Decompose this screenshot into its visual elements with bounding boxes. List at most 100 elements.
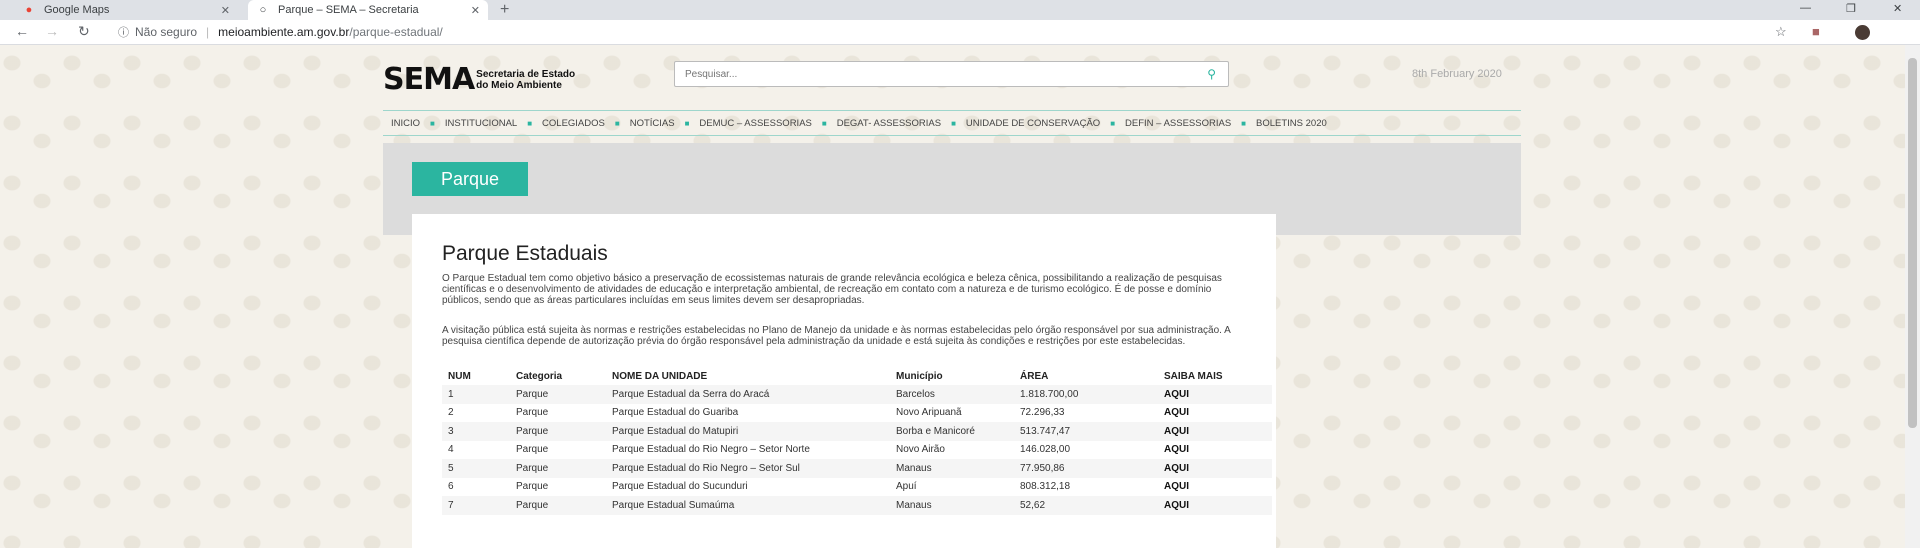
column-header-saiba-mais: SAIBA MAIS: [1164, 370, 1223, 382]
window-close-button[interactable]: ✕: [1893, 2, 1902, 15]
new-tab-button[interactable]: +: [500, 1, 509, 19]
bookmark-star-icon[interactable]: ☆: [1775, 24, 1787, 40]
tab-google-maps[interactable]: ● Google Maps ✕: [14, 0, 238, 20]
page-title: Parque Estaduais: [442, 242, 608, 265]
cell-area: 72.296,33: [1020, 407, 1065, 419]
cell-area: 146.028,00: [1020, 444, 1071, 456]
table-row: 6 Parque Parque Estadual do Sucunduri Ap…: [442, 478, 1272, 497]
tab-parque-sema[interactable]: ○ Parque – SEMA – Secretaria ✕: [248, 0, 488, 20]
menu-separator: ■: [614, 118, 620, 128]
maps-pin-icon: ●: [25, 4, 33, 16]
close-icon[interactable]: ✕: [471, 4, 480, 17]
cell-categoria: Parque: [516, 462, 549, 474]
menu-item-degat[interactable]: DEGAT- ASSESSORIAS: [837, 118, 941, 129]
menu-item-colegiados[interactable]: COLEGIADOS: [542, 118, 605, 129]
menu-item-institucional[interactable]: INSTITUCIONAL: [445, 118, 517, 129]
menu-separator: ■: [821, 118, 827, 128]
address-bar: ← → ↻ ⓘ Não seguro | meioambiente.am.gov…: [0, 20, 1920, 45]
url-host: meioambiente.am.gov.br: [218, 25, 350, 39]
cell-categoria: Parque: [516, 388, 549, 400]
table-row: 1 Parque Parque Estadual da Serra do Ara…: [442, 385, 1272, 404]
table-row: 4 Parque Parque Estadual do Rio Negro – …: [442, 441, 1272, 460]
cell-categoria: Parque: [516, 499, 549, 511]
menu-separator: ■: [951, 118, 956, 128]
cell-num: 4: [448, 444, 454, 456]
scrollbar-thumb[interactable]: [1908, 58, 1917, 428]
cell-num: 7: [448, 499, 454, 511]
cell-nome: Parque Estadual do Matupiri: [612, 425, 739, 437]
url-field[interactable]: ⓘ Não seguro | meioambiente.am.gov.br /p…: [118, 24, 443, 40]
table-header-row: NUM Categoria NOME DA UNIDADE Município …: [442, 367, 1272, 385]
search-box: ⚲: [674, 61, 1229, 87]
cell-num: 3: [448, 425, 454, 437]
menu-separator: ■: [430, 118, 435, 128]
menu-item-inicio[interactable]: INICIO: [383, 118, 420, 129]
cell-num: 2: [448, 407, 454, 419]
logo-subtitle-line1: Secretaria de Estado: [476, 68, 576, 80]
saiba-mais-link[interactable]: AQUI: [1158, 478, 1272, 497]
logo-subtitle-line2: do Meio Ambiente: [476, 79, 562, 91]
globe-icon: ○: [259, 4, 267, 16]
saiba-mais-link[interactable]: AQUI: [1158, 422, 1272, 441]
tab-title: Google Maps: [44, 4, 110, 16]
table-row: 5 Parque Parque Estadual do Rio Negro – …: [442, 459, 1272, 478]
cell-nome: Parque Estadual do Guariba: [612, 407, 739, 419]
menu-item-defin[interactable]: DEFIN – ASSESSORIAS: [1125, 118, 1231, 129]
url-divider: |: [206, 25, 210, 39]
column-header-num: NUM: [448, 370, 471, 382]
cell-area: 1.818.700,00: [1020, 388, 1079, 400]
visitation-paragraph: A visitação pública está sujeita às norm…: [442, 325, 1231, 347]
security-label: Não seguro: [135, 25, 198, 39]
menu-separator: ■: [1110, 118, 1116, 128]
saiba-mais-link[interactable]: AQUI: [1158, 404, 1272, 423]
column-header-municipio: Município: [896, 370, 943, 382]
table-row: 2 Parque Parque Estadual do Guariba Novo…: [442, 404, 1272, 423]
column-header-area: ÁREA: [1020, 370, 1049, 382]
saiba-mais-link[interactable]: AQUI: [1158, 385, 1272, 404]
saiba-mais-link[interactable]: AQUI: [1158, 496, 1272, 515]
cell-area: 52,62: [1020, 499, 1046, 511]
saiba-mais-link[interactable]: AQUI: [1158, 459, 1272, 478]
menu-item-boletins[interactable]: BOLETINS 2020: [1256, 118, 1327, 129]
back-icon[interactable]: ←: [15, 23, 29, 39]
cell-municipio: Barcelos: [896, 388, 935, 400]
cell-categoria: Parque: [516, 444, 549, 456]
cell-municipio: Novo Aripuanã: [896, 407, 962, 419]
cell-categoria: Parque: [516, 481, 549, 493]
cell-num: 6: [448, 481, 454, 493]
cell-municipio: Borba e Manicoré: [896, 425, 975, 437]
minimize-button[interactable]: —: [1800, 2, 1811, 14]
cell-nome: Parque Estadual do Rio Negro – Setor Sul: [612, 462, 800, 474]
menu-item-noticias[interactable]: NOTÍCIAS: [630, 118, 675, 129]
restore-button[interactable]: ❐: [1846, 2, 1856, 15]
logo-text: SEMA: [383, 62, 475, 97]
column-header-categoria: Categoria: [516, 370, 563, 382]
current-date: 8th February 2020: [1412, 68, 1502, 80]
forward-icon[interactable]: →: [45, 23, 59, 39]
cell-area: 77.950,86: [1020, 462, 1065, 474]
saiba-mais-link[interactable]: AQUI: [1158, 441, 1272, 460]
cell-municipio: Apuí: [896, 481, 917, 493]
site-logo[interactable]: SEMA Secretaria de Estado do Meio Ambien…: [383, 62, 575, 97]
info-icon[interactable]: ⓘ: [118, 24, 129, 40]
tab-title: Parque – SEMA – Secretaria: [278, 4, 419, 16]
menu-separator: ■: [527, 118, 533, 128]
menu-item-demuc[interactable]: DEMUC – ASSESSORIAS: [699, 118, 811, 129]
close-icon[interactable]: ✕: [221, 4, 230, 17]
cell-nome: Parque Estadual do Sucunduri: [612, 481, 748, 493]
search-input[interactable]: [675, 62, 1187, 86]
menu-separator: ■: [684, 118, 690, 128]
main-menu: INICIO ■ INSTITUCIONAL ■ COLEGIADOS ■ NO…: [383, 110, 1521, 136]
profile-avatar[interactable]: [1855, 25, 1870, 40]
cell-nome: Parque Estadual Sumaúma: [612, 499, 735, 511]
article-card: Parque Estaduais O Parque Estadual tem c…: [412, 214, 1276, 548]
url-path: /parque-estadual/: [349, 25, 443, 39]
extension-icon[interactable]: ■: [1812, 24, 1820, 39]
table-row: 3 Parque Parque Estadual do Matupiri Bor…: [442, 422, 1272, 441]
reload-icon[interactable]: ↻: [78, 23, 90, 40]
cell-num: 5: [448, 462, 454, 474]
menu-item-unidade-conservacao[interactable]: UNIDADE DE CONSERVAÇÃO: [966, 118, 1100, 129]
search-icon[interactable]: ⚲: [1207, 67, 1216, 81]
column-header-nome: NOME DA UNIDADE: [612, 370, 708, 382]
intro-paragraph: O Parque Estadual tem como objetivo bási…: [442, 273, 1222, 306]
